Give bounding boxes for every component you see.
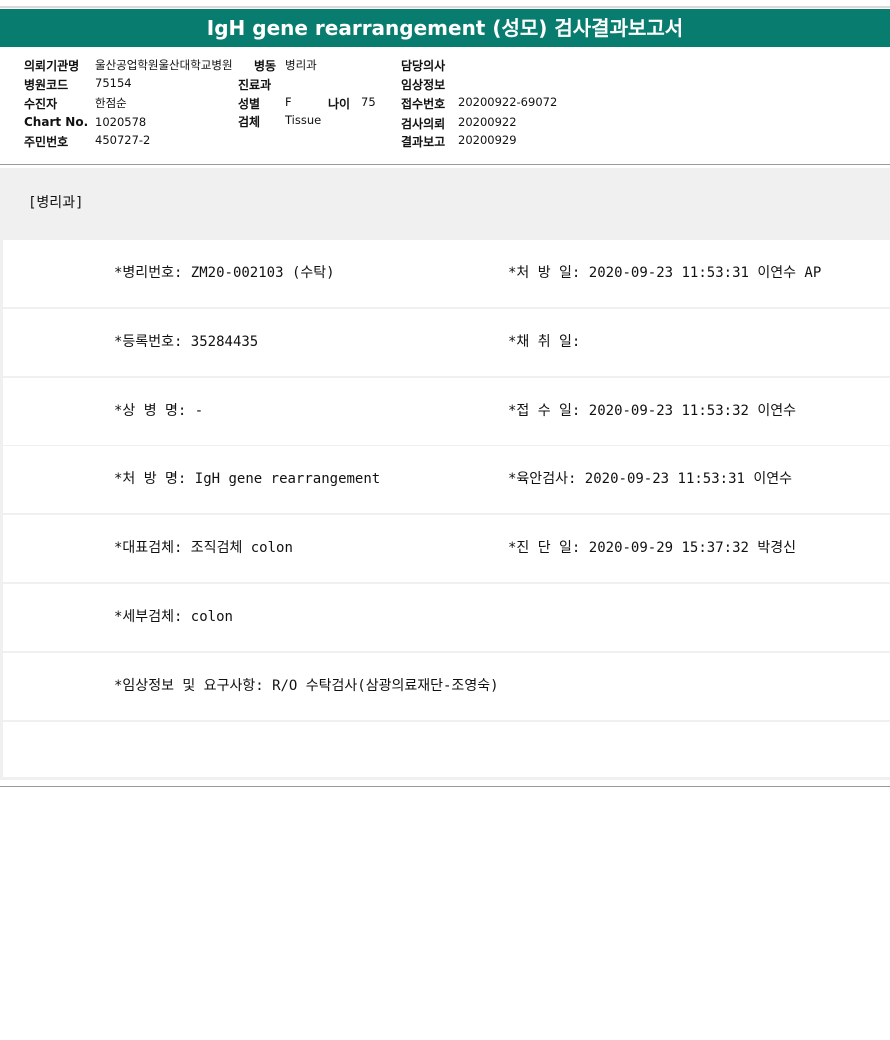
result-row: *상 병 명: - *접 수 일: 2020-09-23 11:53:32 이연… (3, 378, 890, 445)
ward-value: 병리과 (285, 58, 317, 72)
hospital-code-label: 병원코드 (24, 78, 69, 92)
receipt-no-label: 접수번호 (401, 97, 446, 111)
row-left-text: *세부검체: colon (114, 609, 233, 625)
institution-label: 의뢰기관명 (24, 59, 80, 73)
result-row: *처 방 명: IgH gene rearrangement *육안검사: 20… (3, 446, 890, 513)
row-left-text: *임상정보 및 요구사항: R/O 수탁검사(삼광의료재단-조영숙) (114, 678, 499, 694)
row-right-text: *처 방 일: 2020-09-23 11:53:31 이연수 AP (508, 265, 822, 281)
resident-id-value: 450727-2 (95, 133, 151, 147)
top-border (0, 0, 890, 8)
result-row: *등록번호: 35284435 *채 취 일: (3, 309, 890, 376)
row-right-text: *채 취 일: (508, 334, 581, 350)
empty-row (3, 722, 890, 777)
dept-label: 진료과 (238, 78, 272, 92)
patient-value: 한점순 (95, 96, 127, 110)
request-date-label: 검사의뢰 (401, 117, 446, 131)
row-right-text: *육안검사: 2020-09-23 11:53:31 이연수 (508, 471, 793, 487)
row-left-text: *상 병 명: - (114, 403, 204, 419)
age-value: 75 (361, 95, 376, 109)
row-left-text: *처 방 명: IgH gene rearrangement (114, 471, 381, 487)
row-right-text: *진 단 일: 2020-09-29 15:37:32 박경신 (508, 540, 796, 556)
age-label: 나이 (328, 97, 351, 111)
row-left-text: *등록번호: 35284435 (114, 334, 259, 350)
section-title: [병리과] (28, 195, 84, 211)
report-title: IgH gene rearrangement (성모) 검사결과보고서 (0, 9, 890, 47)
row-left-text: *병리번호: ZM20-002103 (수탁) (114, 265, 335, 281)
chart-no-value: 1020578 (95, 115, 147, 129)
specimen-value: Tissue (285, 113, 322, 127)
footer-divider (0, 786, 890, 787)
clinical-info-label: 임상정보 (401, 78, 446, 92)
patient-label: 수진자 (24, 97, 58, 111)
request-date-value: 20200922 (458, 115, 517, 129)
doctor-label: 담당의사 (401, 59, 446, 73)
row-left-text: *대표검체: 조직검체 colon (114, 540, 293, 556)
receipt-no-value: 20200922-69072 (458, 95, 558, 109)
report-date-value: 20200929 (458, 133, 517, 147)
result-row: *병리번호: ZM20-002103 (수탁) *처 방 일: 2020-09-… (3, 240, 890, 307)
resident-id-label: 주민번호 (24, 135, 69, 149)
result-row: *임상정보 및 요구사항: R/O 수탁검사(삼광의료재단-조영숙) (3, 653, 890, 720)
result-row: *세부검체: colon (3, 584, 890, 651)
sex-label: 성별 (238, 97, 261, 111)
institution-value: 울산공업학원울산대학교병원 (95, 58, 233, 72)
header-divider (0, 164, 890, 165)
hospital-code-value: 75154 (95, 76, 132, 90)
row-right-text: *접 수 일: 2020-09-23 11:53:32 이연수 (508, 403, 796, 419)
patient-info-block: 의뢰기관명 울산공업학원울산대학교병원 병동 병리과 담당의사 병원코드 751… (0, 48, 890, 165)
pathology-panel: [병리과] *병리번호: ZM20-002103 (수탁) *처 방 일: 20… (0, 168, 890, 780)
ward-label: 병동 (254, 59, 277, 73)
sex-value: F (285, 95, 292, 109)
specimen-label: 검체 (238, 115, 261, 129)
chart-no-label: Chart No. (24, 115, 89, 129)
report-date-label: 결과보고 (401, 135, 446, 149)
result-row: *대표검체: 조직검체 colon *진 단 일: 2020-09-29 15:… (3, 515, 890, 582)
